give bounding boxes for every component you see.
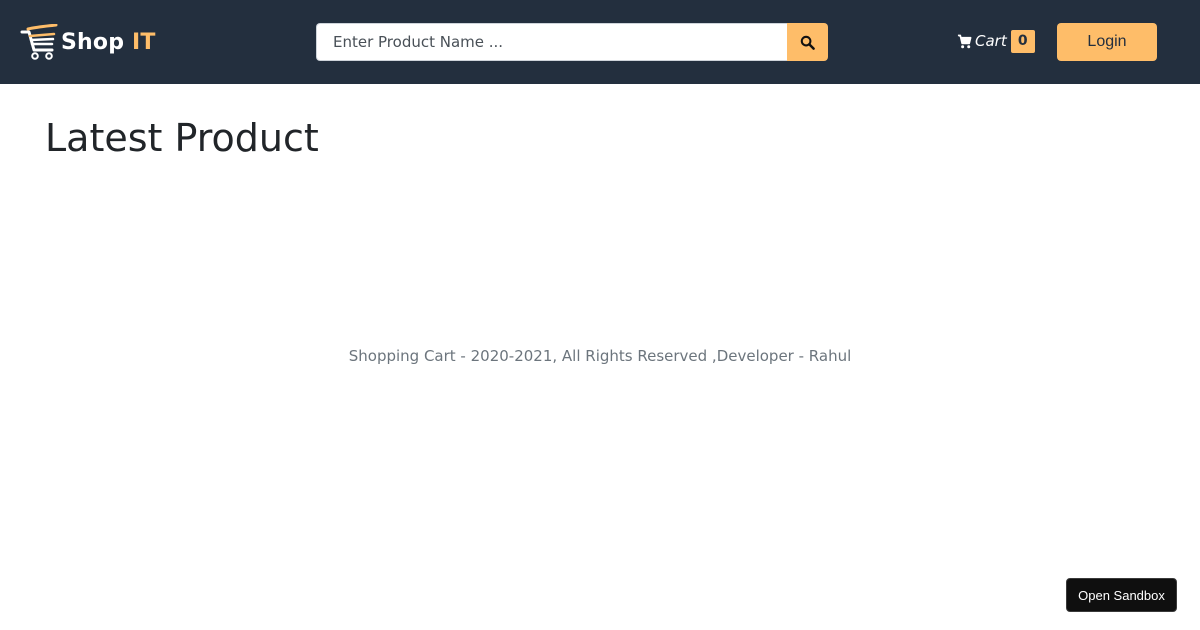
shopping-cart-icon — [20, 24, 58, 60]
search-icon — [800, 35, 815, 50]
login-button[interactable]: Login — [1057, 23, 1157, 61]
cart-label: Cart — [975, 32, 1007, 50]
cart-icon — [957, 34, 972, 48]
brand-name-accent: IT — [132, 29, 156, 55]
brand-logo-link[interactable]: Shop IT — [20, 23, 156, 61]
search-button[interactable] — [787, 23, 828, 61]
footer-copyright: Shopping Cart - 2020-2021, All Rights Re… — [348, 347, 852, 365]
brand-name: Shop IT — [61, 30, 156, 55]
top-navbar: Shop IT Cart 0 Login — [0, 0, 1200, 84]
cart-count-badge: 0 — [1010, 29, 1035, 53]
search-input[interactable] — [316, 23, 787, 61]
brand-name-main: Shop — [61, 29, 125, 55]
search-bar — [316, 23, 828, 61]
cart-link[interactable]: Cart 0 — [957, 29, 1035, 53]
page-title: Latest Product — [45, 116, 319, 160]
open-sandbox-button[interactable]: Open Sandbox — [1066, 578, 1177, 612]
